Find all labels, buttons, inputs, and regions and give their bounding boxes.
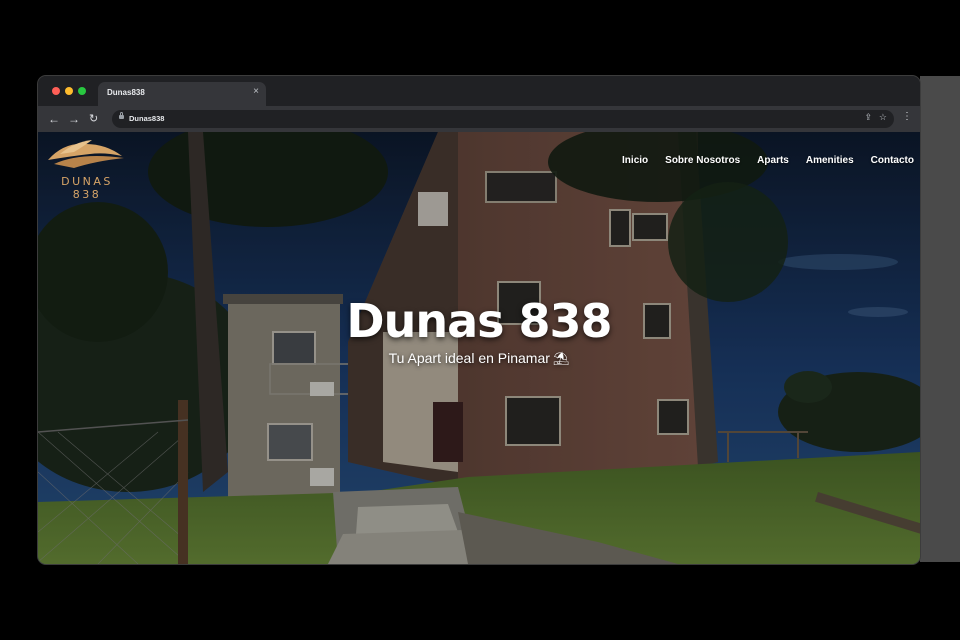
share-icon[interactable]: ⇪ [864, 112, 872, 123]
close-window-button[interactable] [52, 87, 60, 95]
maximize-window-button[interactable] [78, 87, 86, 95]
kebab-menu-icon[interactable]: ⋮ [902, 111, 912, 122]
reload-icon[interactable]: ↻ [89, 110, 98, 128]
dunes-logo-icon [48, 140, 124, 168]
nav-link-amenities[interactable]: Amenities [806, 155, 854, 166]
tab-bar: Dunas838 × [38, 76, 920, 106]
hero-title: Dunas 838 [346, 294, 612, 348]
tab-active[interactable]: Dunas838 × [98, 82, 266, 106]
hero-overlay [38, 132, 920, 564]
browser-toolbar: ← → ↻ Dunas838 ⇪ ☆ ⋮ [38, 106, 920, 132]
logo-text: DUNAS 838 [61, 175, 113, 201]
nav-link-aparts[interactable]: Aparts [757, 155, 789, 166]
minimize-window-button[interactable] [65, 87, 73, 95]
site-logo[interactable]: DUNAS 838 [44, 134, 130, 201]
forward-arrow-icon[interactable]: → [68, 110, 80, 128]
nav-link-contacto[interactable]: Contacto [871, 155, 914, 166]
nav-link-inicio[interactable]: Inicio [622, 155, 648, 166]
nav-link-sobre-nosotros[interactable]: Sobre Nosotros [665, 155, 740, 166]
browser-window: Dunas838 × ← → ↻ Dunas838 ⇪ ☆ ⋮ DUNAS 83… [38, 76, 920, 564]
url-text[interactable]: Dunas838 [129, 114, 164, 123]
tab-title: Dunas838 [107, 88, 145, 97]
back-arrow-icon[interactable]: ← [48, 110, 60, 128]
address-bar[interactable]: Dunas838 ⇪ ☆ [112, 110, 894, 128]
hero-subtitle: Tu Apart ideal en Pinamar [388, 350, 550, 366]
beach-umbrella-icon: ⛱ [552, 351, 570, 366]
bookmark-star-icon[interactable]: ☆ [879, 112, 887, 123]
main-navigation: Inicio Sobre Nosotros Aparts Amenities C… [622, 155, 914, 166]
close-icon[interactable]: × [253, 86, 259, 97]
page-viewport: DUNAS 838 Inicio Sobre Nosotros Aparts A… [38, 132, 920, 564]
lock-icon[interactable] [119, 112, 124, 119]
background-panel [920, 76, 960, 562]
hero-subtitle-row: Tu Apart ideal en Pinamar ⛱ [38, 350, 920, 367]
